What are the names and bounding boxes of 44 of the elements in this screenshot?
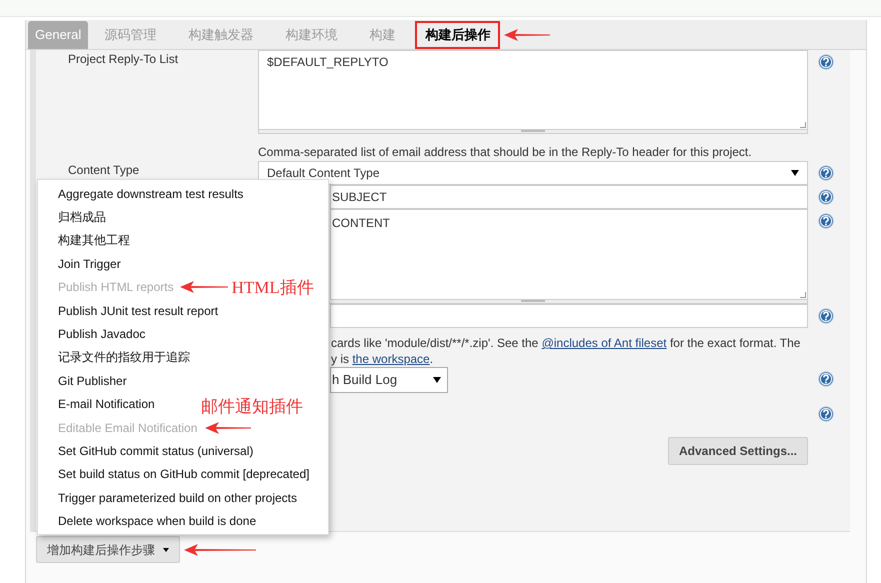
menu-item[interactable]: 构建其他工程 [58, 231, 130, 250]
annotation-text: HTML插件 [232, 276, 314, 299]
menu-item[interactable]: 归档成品 [58, 208, 106, 226]
caret-icon [791, 170, 799, 176]
menu-item[interactable]: Join Trigger [58, 254, 121, 273]
link[interactable]: the workspace [352, 352, 430, 366]
menu-item[interactable]: Git Publisher [58, 372, 127, 390]
menu-item[interactable]: Publish Javadoc [58, 325, 146, 344]
help-icon[interactable] [818, 189, 834, 205]
help-icon[interactable] [818, 213, 834, 229]
field-label: Content Type [68, 163, 140, 177]
content-type-select[interactable]: Default Content Type [258, 161, 808, 185]
help-text: y is the workspace. [331, 351, 434, 367]
menu-item[interactable]: Trigger parameterized build on other projects [58, 488, 298, 507]
add-step-button[interactable]: 增加构建后操作步骤 [36, 536, 180, 563]
help-text: cards like 'module/dist/**/*.zip'. See the @includes of Ant fileset for the exact format. The [331, 335, 802, 351]
advanced-settings-button[interactable]: Advanced Settings... [668, 437, 808, 465]
link[interactable]: @includes of Ant fileset [542, 336, 667, 350]
field-label: Project Reply-To List [68, 52, 178, 66]
annotation-arrow [205, 422, 252, 434]
caret-icon [433, 377, 441, 383]
help-icon[interactable] [818, 308, 834, 324]
menu-item[interactable]: 记录文件的指纹用于追踪 [58, 348, 190, 366]
menu-item[interactable]: E-mail Notification [58, 395, 155, 414]
annotation-text: 邮件通知插件 [201, 396, 303, 418]
help-icon[interactable] [818, 165, 834, 181]
caret-icon [163, 548, 169, 552]
annotation-arrow [504, 29, 550, 41]
menu-item[interactable]: Set GitHub commit status (universal) [58, 442, 254, 460]
help-icon[interactable] [818, 371, 834, 387]
text-area[interactable]: CONTENT [330, 209, 808, 300]
help-icon[interactable] [818, 54, 834, 70]
menu-item[interactable]: Set build status on GitHub commit [deprecated] [58, 465, 310, 484]
input-field[interactable]: SUBJECT [330, 185, 808, 209]
build-log-select[interactable]: h Build Log [330, 367, 448, 393]
text-area[interactable]: $DEFAULT_REPLYTO [258, 50, 808, 130]
tab[interactable]: 构建后操作 [415, 21, 500, 49]
menu-item[interactable]: Delete workspace when build is done [58, 512, 256, 530]
input-field[interactable] [330, 304, 808, 328]
annotation-arrow [180, 281, 228, 294]
help-icon[interactable] [818, 406, 834, 422]
help-text: Comma-separated list of email address that should be in the Reply-To header for this project. [258, 145, 752, 159]
menu-item[interactable]: Aggregate downstream test results [58, 184, 244, 203]
menu-item[interactable]: Publish JUnit test result report [58, 302, 218, 320]
